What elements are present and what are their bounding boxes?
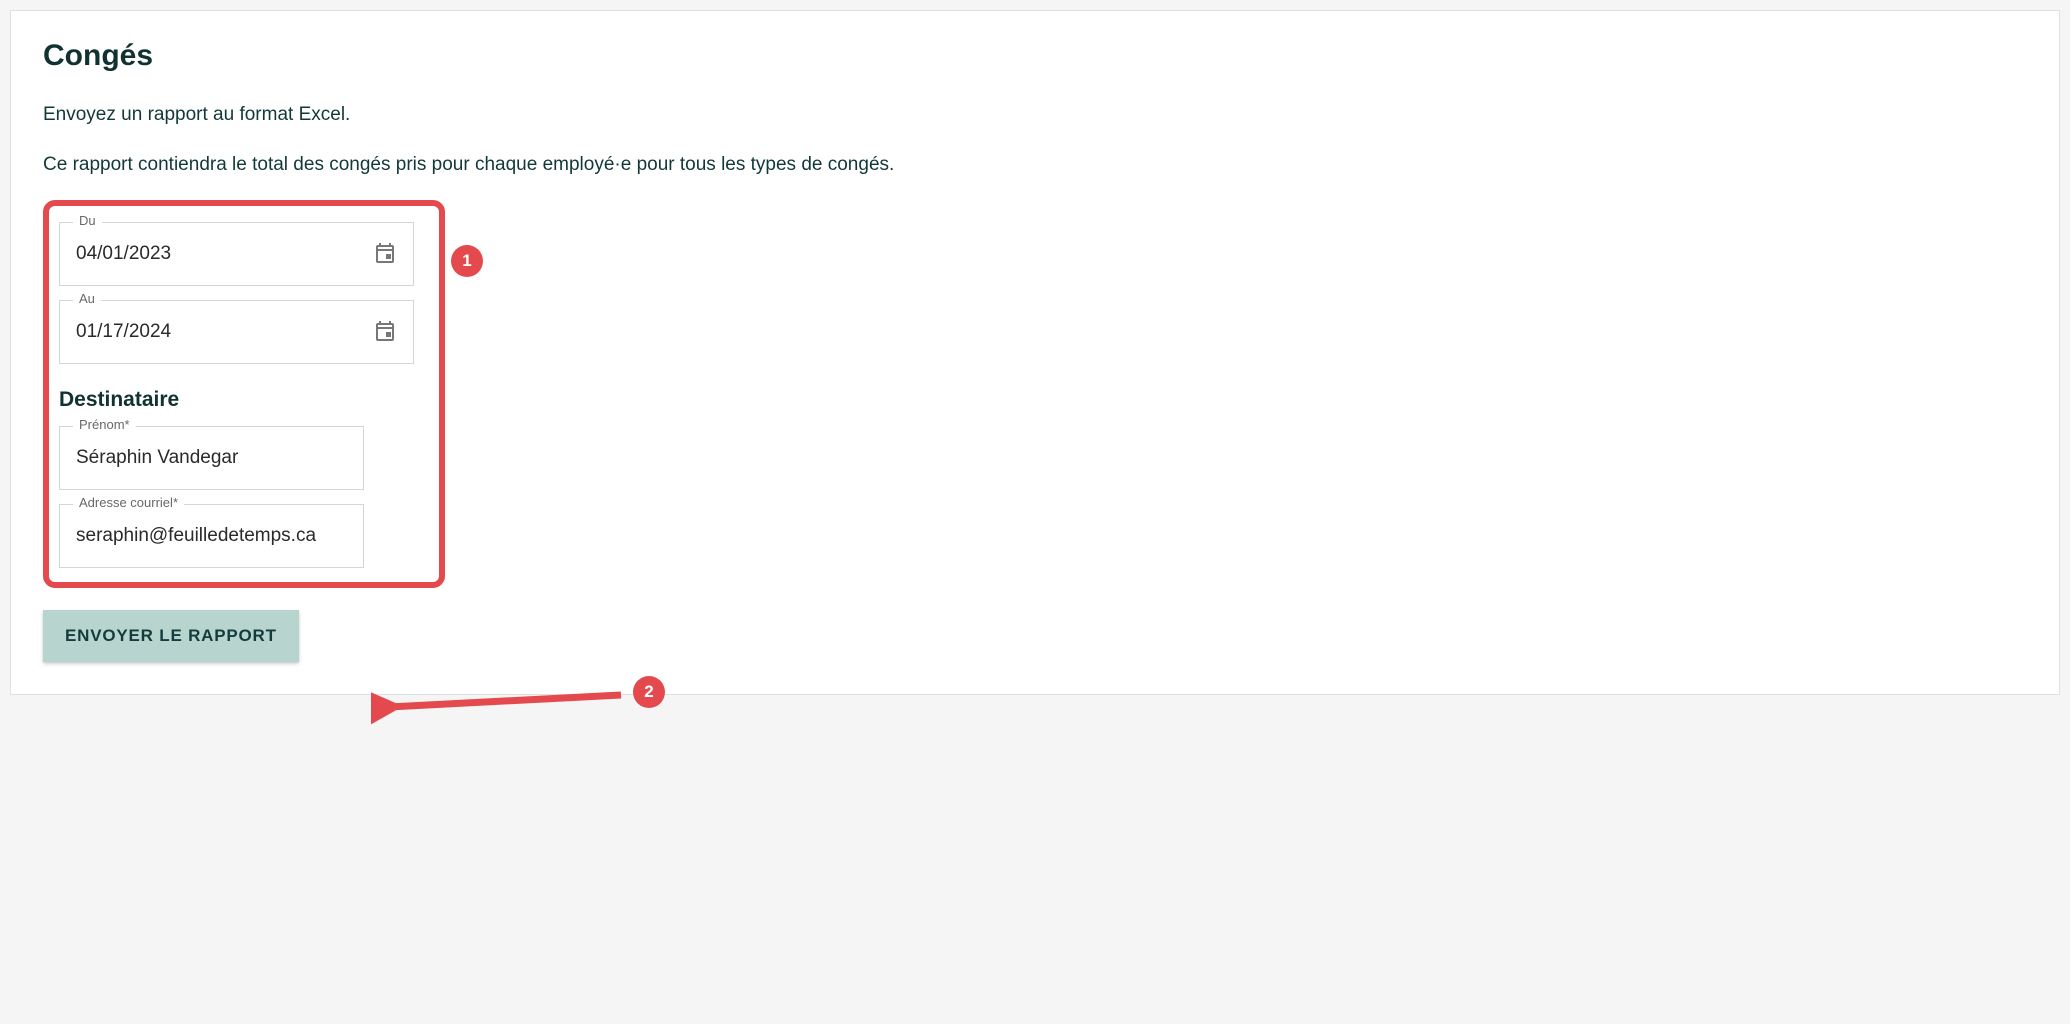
calendar-icon[interactable] [373, 241, 397, 268]
firstname-label: Prénom* [73, 417, 136, 432]
recipient-heading: Destinataire [59, 388, 429, 412]
to-date-label: Au [73, 291, 101, 306]
firstname-box[interactable] [59, 426, 364, 490]
from-date-input[interactable] [76, 243, 365, 265]
email-field-wrap: Adresse courriel* [59, 504, 429, 568]
annotation-arrow [371, 677, 631, 725]
email-input[interactable] [76, 525, 347, 547]
to-date-field-wrap: Au [59, 300, 429, 364]
report-card: Congés Envoyez un rapport au format Exce… [10, 10, 2060, 695]
form-highlight-box: Du Au Destinataire Prénom* [43, 200, 445, 588]
calendar-icon[interactable] [373, 319, 397, 346]
annotation-badge-2: 2 [633, 676, 665, 708]
annotation-badge-1: 1 [451, 245, 483, 277]
firstname-input[interactable] [76, 447, 347, 469]
firstname-field-wrap: Prénom* [59, 426, 429, 490]
from-date-label: Du [73, 213, 102, 228]
email-label: Adresse courriel* [73, 495, 184, 510]
to-date-box[interactable] [59, 300, 414, 364]
email-box[interactable] [59, 504, 364, 568]
description-line-1: Envoyez un rapport au format Excel. [43, 101, 2027, 129]
to-date-input[interactable] [76, 321, 365, 343]
page-title: Congés [43, 39, 2027, 73]
from-date-box[interactable] [59, 222, 414, 286]
send-report-button[interactable]: ENVOYER LE RAPPORT [43, 610, 299, 662]
description-line-2: Ce rapport contiendra le total des congé… [43, 151, 2027, 179]
from-date-field-wrap: Du [59, 222, 429, 286]
